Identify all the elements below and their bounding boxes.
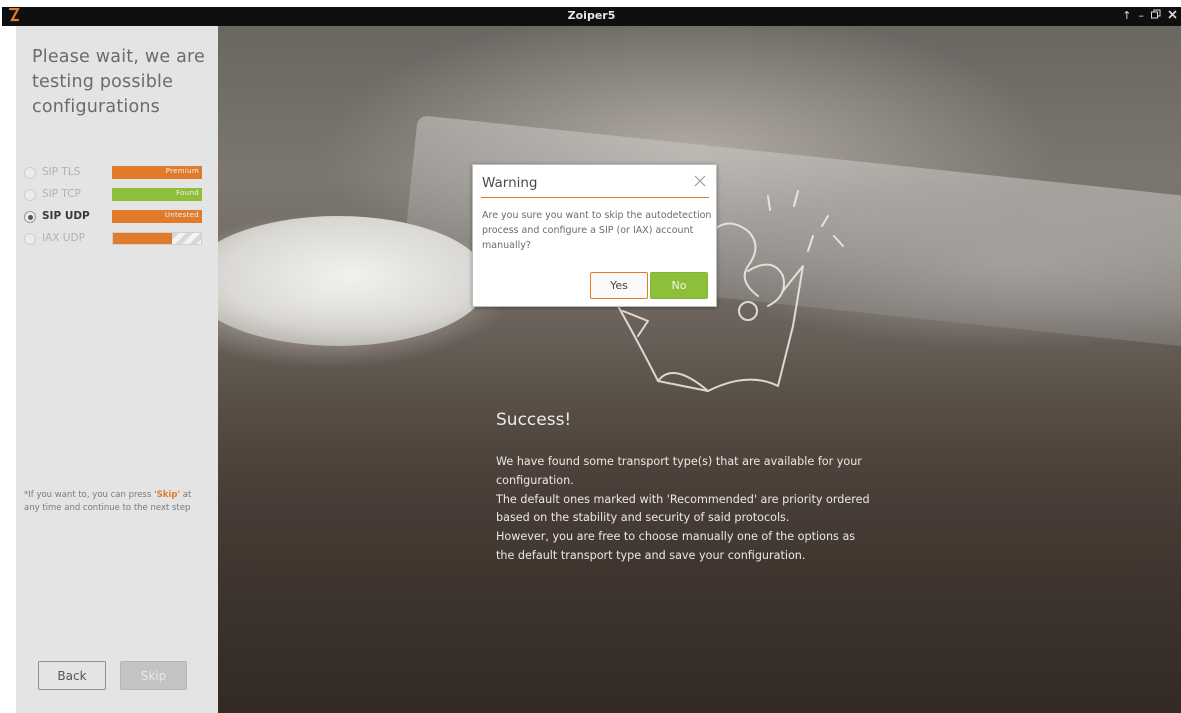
status-badge-premium: Premium [112,166,202,179]
status-badge-text: Untested [164,211,199,219]
radio-sip-tls[interactable] [24,167,36,179]
status-badge-text: Premium [165,167,199,175]
dialog-title: Warning [482,175,538,191]
test-progress-bar [112,232,202,245]
main-background: Success! We have found some transport ty… [218,26,1181,713]
status-badge-untested: Untested [112,210,202,223]
protocol-label: IAX UDP [42,232,85,244]
skip-note: *If you want to, you can press 'Skip' at… [24,489,204,514]
protocol-label: SIP UDP [42,210,90,222]
no-button[interactable]: No [650,272,708,299]
close-window-icon[interactable] [1168,8,1177,23]
radio-sip-tcp[interactable] [24,189,36,201]
back-button[interactable]: Back [38,661,106,690]
skip-note-prefix: *If you want to, you can press [24,490,155,500]
protocol-label: SIP TCP [42,188,81,200]
restore-icon[interactable] [1151,8,1161,23]
protocol-row-sip-tcp[interactable]: SIP TCP Found [24,187,209,203]
radio-iax-udp[interactable] [24,233,36,245]
close-icon[interactable] [693,174,707,188]
dialog-title-divider [481,197,709,198]
yes-button[interactable]: Yes [590,272,648,299]
skip-note-keyword: 'Skip' [154,490,181,500]
success-title: Success! [496,410,572,430]
title-bar: Zoiper5 ↑ – [0,0,1181,26]
protocol-row-iax-udp[interactable]: IAX UDP [24,231,209,247]
dialog-message: Are you sure you want to skip the autode… [482,210,712,251]
protocol-row-sip-udp[interactable]: SIP UDP Untested [24,209,209,225]
sidebar: Please wait, we are testing possible con… [16,26,218,713]
title-bar-strip: Zoiper5 ↑ – [2,7,1181,26]
success-description: We have found some transport type(s) tha… [496,455,870,562]
protocol-label: SIP TLS [42,166,81,178]
minimize-icon[interactable]: – [1139,8,1145,23]
progress-remaining [171,233,201,244]
pin-icon[interactable]: ↑ [1122,8,1131,23]
radio-sip-udp[interactable] [24,211,36,223]
window-controls: ↑ – [1122,8,1177,23]
protocol-row-sip-tls[interactable]: SIP TLS Premium [24,165,209,181]
window-title: Zoiper5 [567,9,616,22]
status-badge-text: Found [176,189,199,197]
skip-button[interactable]: Skip [120,661,187,690]
progress-fill [113,233,172,244]
warning-dialog: Warning Are you sure you want to skip th… [472,164,717,307]
status-badge-found: Found [112,188,202,201]
sidebar-heading: Please wait, we are testing possible con… [32,47,205,117]
